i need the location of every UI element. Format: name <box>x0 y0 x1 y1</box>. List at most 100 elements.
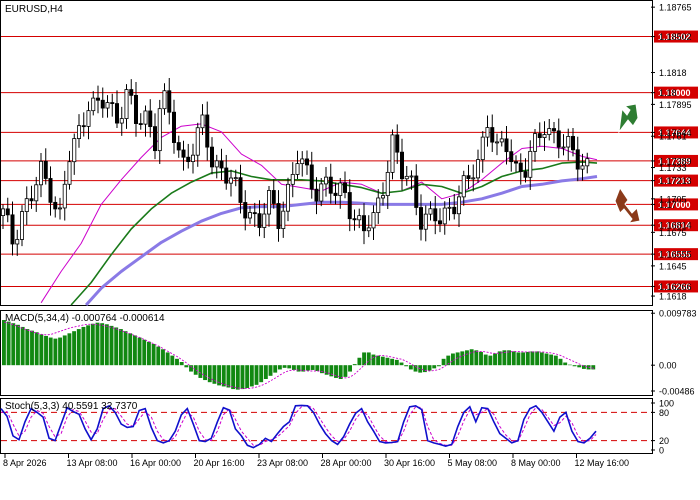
macd-bar <box>441 358 446 366</box>
candle-body <box>423 213 428 230</box>
candle-body <box>34 184 39 202</box>
candle-body <box>399 151 404 180</box>
macd-bar <box>479 351 483 366</box>
macd-bar <box>525 351 530 366</box>
macd-bar <box>549 354 554 366</box>
macd-bar <box>591 365 596 370</box>
candle-body <box>252 212 257 215</box>
candle-body <box>380 195 385 199</box>
macd-bar <box>48 337 53 366</box>
macd-tick-label: 0.009783 <box>659 309 697 319</box>
candle-body <box>552 128 557 132</box>
macd-bar <box>207 365 212 383</box>
candle-body <box>19 211 24 240</box>
macd-bar <box>567 364 572 366</box>
macd-bar <box>100 323 105 366</box>
candle-body <box>171 111 176 143</box>
macd-bar <box>460 351 465 366</box>
stochastic-tick-label: 80 <box>659 408 669 418</box>
candle-body <box>115 103 120 124</box>
candle-body <box>0 208 6 216</box>
macd-bar <box>558 358 563 366</box>
macd-bar <box>90 323 95 366</box>
macd-bar <box>539 352 544 366</box>
price-tick-label: 1.1818 <box>659 68 687 78</box>
macd-bar <box>81 326 86 366</box>
candle-body <box>509 151 514 163</box>
macd-bar <box>2 320 6 366</box>
candle-body <box>314 188 319 202</box>
candle-body <box>77 125 82 139</box>
price-tick-label: 1.17213 <box>659 176 692 186</box>
macd-bar <box>114 327 119 366</box>
candle-body <box>571 136 576 151</box>
candle-body <box>176 142 181 151</box>
candle-body <box>276 203 281 229</box>
macd-bar <box>240 365 245 390</box>
candle-body <box>285 183 290 212</box>
candle-body <box>62 183 67 209</box>
candle-body <box>233 177 238 180</box>
candle-body <box>300 158 305 165</box>
candle-body <box>304 158 309 166</box>
candle-body <box>243 202 248 219</box>
macd-bar <box>390 358 395 366</box>
candle-body <box>72 138 77 163</box>
macd-bar <box>516 352 521 366</box>
macd-bar <box>408 365 413 370</box>
macd-bar <box>296 365 301 372</box>
macd-bar <box>53 338 58 366</box>
price-tick-label: 1.18 <box>659 88 677 98</box>
candle-body <box>580 165 585 170</box>
macd-bar <box>380 356 385 366</box>
macd-bar <box>235 365 240 390</box>
candle-body <box>556 130 561 148</box>
candle-body <box>133 94 138 124</box>
candle-body <box>357 215 362 221</box>
macd-bar <box>231 365 236 390</box>
macd-bar <box>577 365 582 368</box>
candle-body <box>471 177 476 180</box>
candle-body <box>390 134 395 173</box>
candle-body <box>366 227 371 232</box>
macd-bar <box>30 330 34 366</box>
candle-body <box>15 239 20 245</box>
candle-body <box>167 90 172 113</box>
candle-body <box>48 178 53 203</box>
macd-bar <box>455 352 460 366</box>
macd-bar <box>553 355 558 366</box>
macd-bar <box>493 353 497 366</box>
price-tick-label: 1.1761 <box>659 132 687 142</box>
candle-body <box>523 171 528 178</box>
macd-bar <box>521 352 526 366</box>
candle-body <box>86 110 91 127</box>
price-tick-label: 1.17895 <box>659 100 692 110</box>
macd-bar <box>62 335 67 366</box>
candle-body <box>266 190 271 215</box>
candle-body <box>219 160 224 169</box>
time-tick-label: 8 May 00:00 <box>511 458 561 468</box>
macd-bar <box>72 331 77 366</box>
candle-body <box>152 126 157 152</box>
candle-body <box>224 167 229 184</box>
macd-bar <box>465 350 469 366</box>
macd-bar <box>67 333 72 366</box>
candle-body <box>547 128 552 135</box>
macd-title: MACD(5,34,4) -0.000764 -0.000614 <box>5 313 165 324</box>
price-tick-label: 1.18765 <box>659 3 692 13</box>
candle-body <box>404 175 409 180</box>
macd-bar <box>544 353 549 366</box>
candle-body <box>409 175 414 178</box>
candle-body <box>537 133 542 139</box>
candle-body <box>24 198 29 212</box>
macd-bar <box>343 365 348 377</box>
candle-body <box>238 177 243 203</box>
symbol-title: EURUSD,H4 <box>5 4 63 15</box>
macd-bar <box>16 324 20 366</box>
candle-body <box>148 110 153 128</box>
candle-body <box>247 212 252 219</box>
macd-bar <box>268 365 273 376</box>
candle-body <box>110 102 115 104</box>
macd-bar <box>263 365 268 379</box>
macd-bar <box>179 362 184 366</box>
